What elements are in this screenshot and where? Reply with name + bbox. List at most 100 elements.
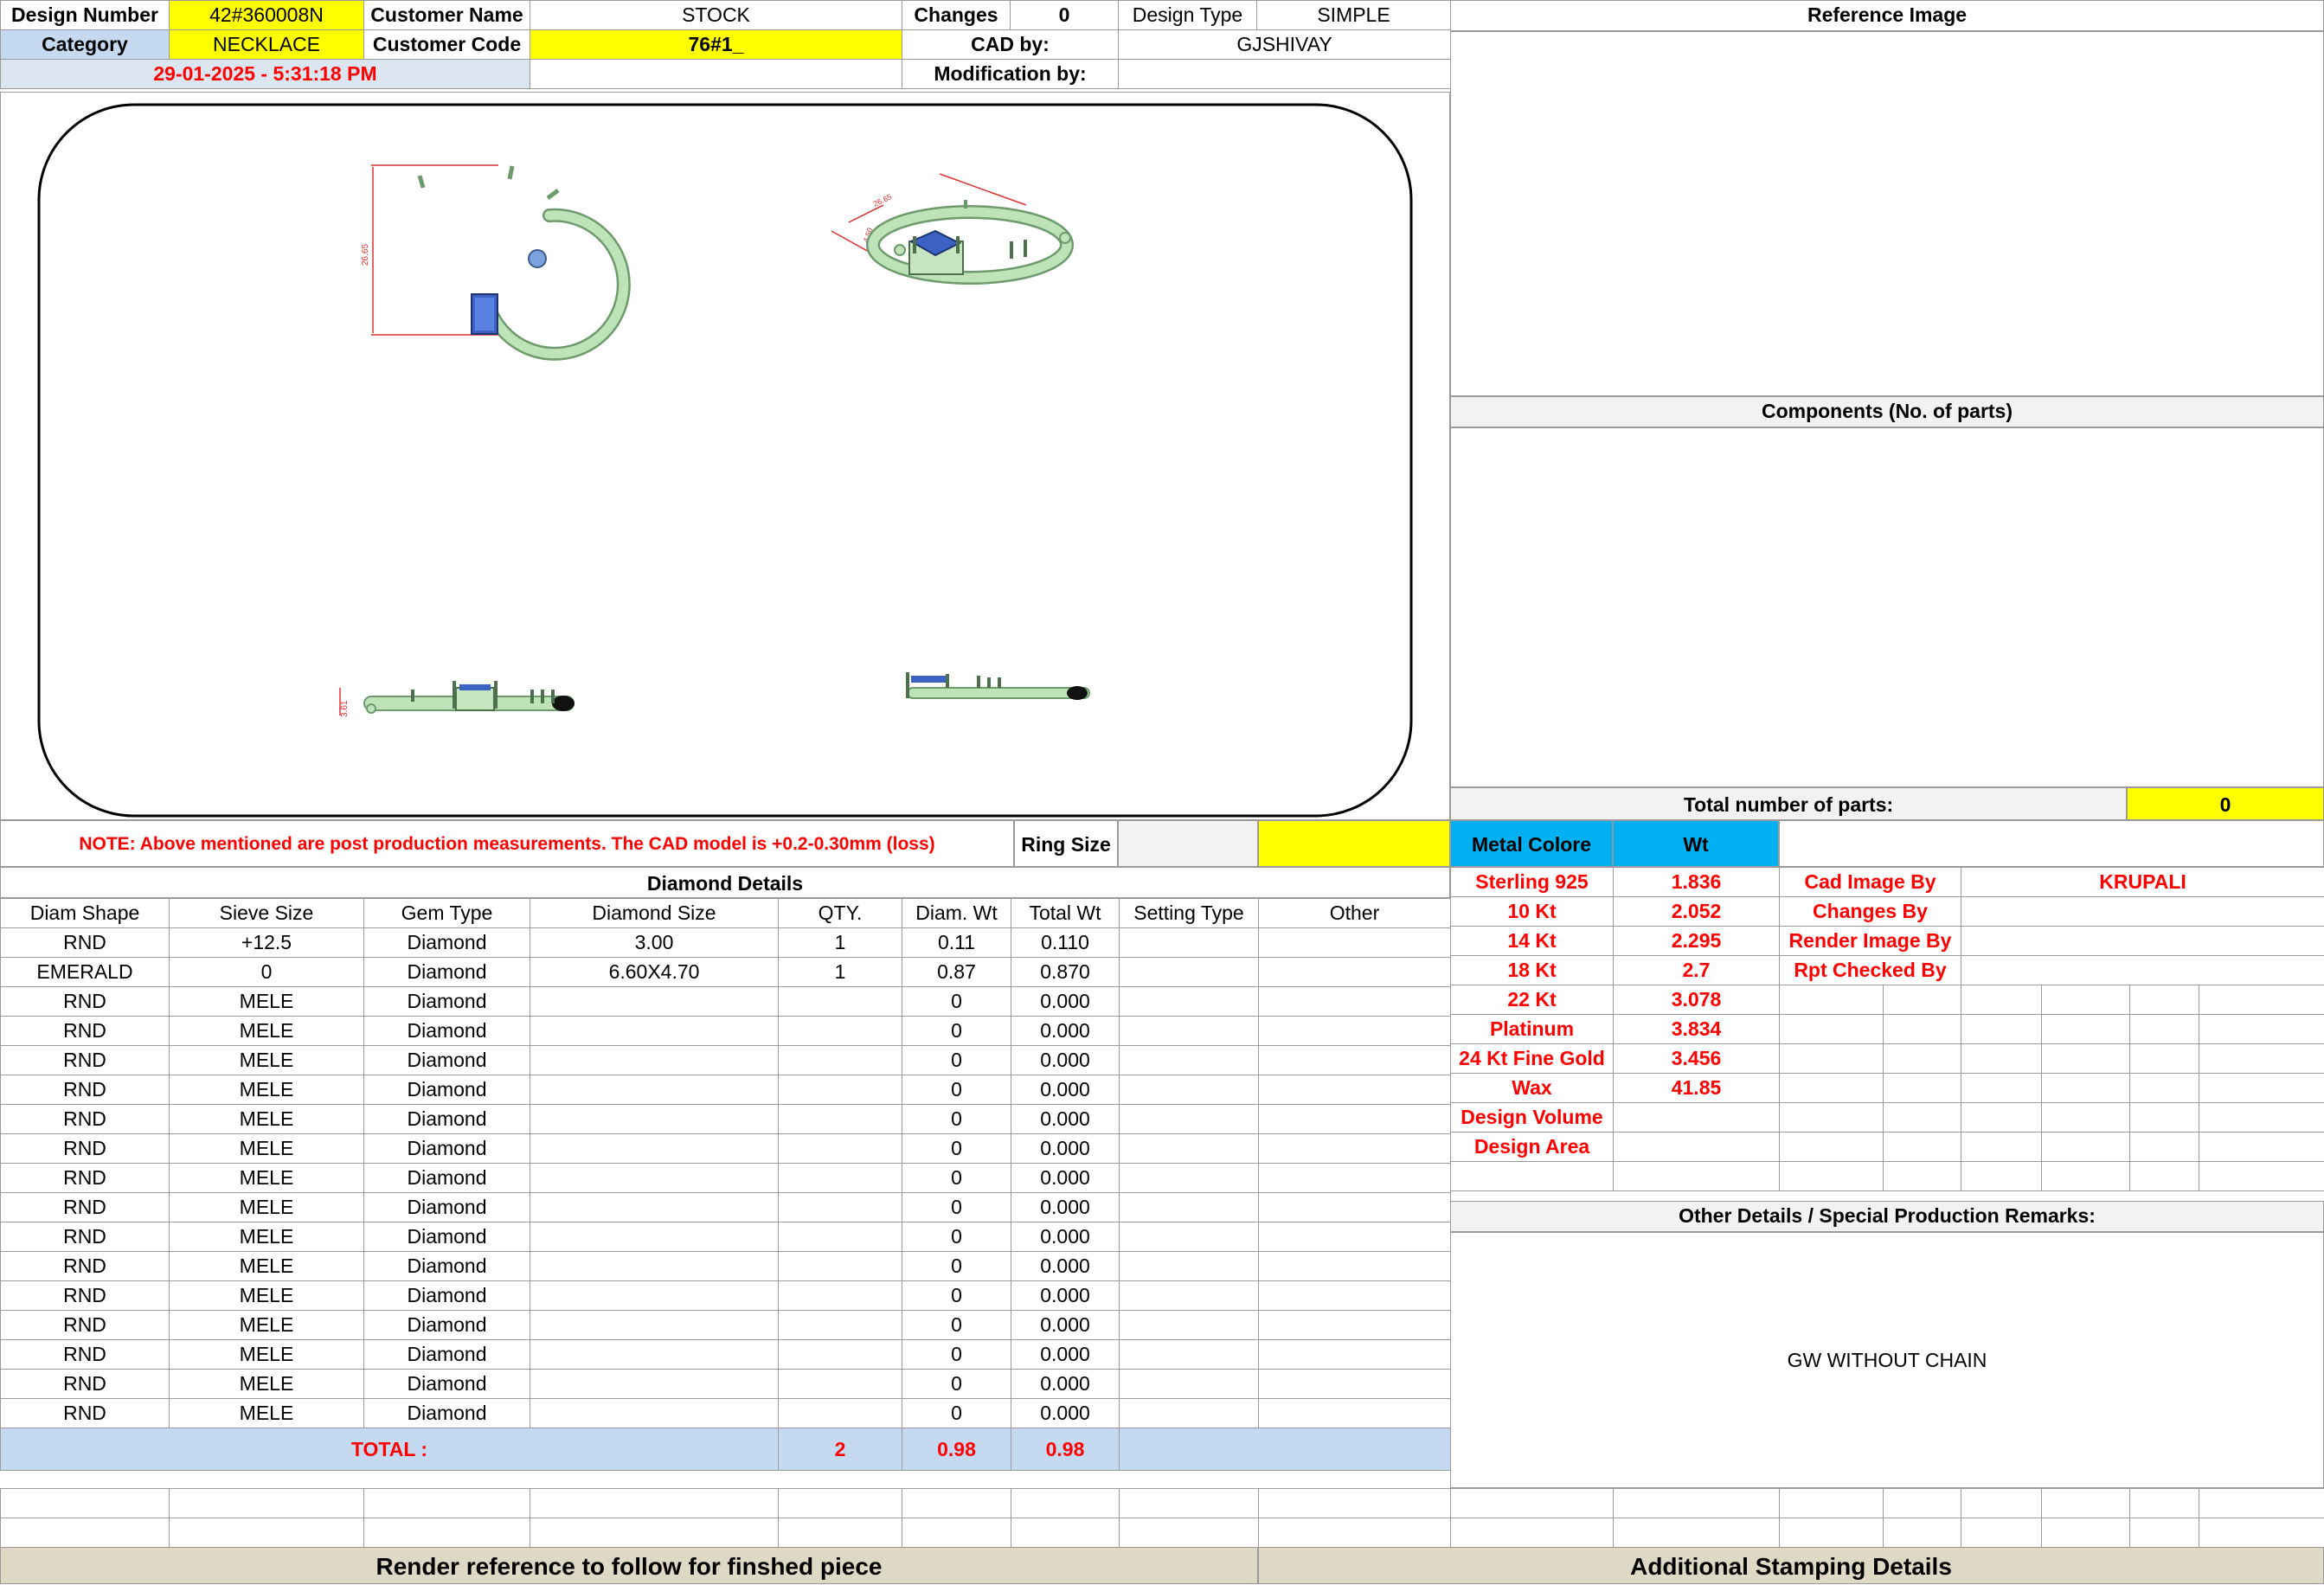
cell-total-wt[interactable]: 0.000 bbox=[1011, 1075, 1120, 1105]
cell-sieve-size[interactable]: MELE bbox=[170, 1399, 364, 1428]
cell-diam-wt[interactable]: 0.87 bbox=[902, 958, 1011, 987]
cell-qty[interactable] bbox=[779, 1399, 902, 1428]
cell-sieve-size[interactable]: MELE bbox=[170, 1222, 364, 1252]
cell-other[interactable] bbox=[1259, 958, 1451, 987]
cell-other[interactable] bbox=[1259, 1134, 1451, 1164]
modification-by-value[interactable] bbox=[1119, 60, 1451, 89]
cell-setting-type[interactable] bbox=[1120, 1164, 1259, 1193]
cell-diam-shape[interactable]: RND bbox=[1, 1134, 170, 1164]
metal-wt[interactable]: 1.836 bbox=[1614, 868, 1780, 897]
cell-setting-type[interactable] bbox=[1120, 1193, 1259, 1222]
cell-other[interactable] bbox=[1259, 1252, 1451, 1281]
cell-sieve-size[interactable]: MELE bbox=[170, 1252, 364, 1281]
metal-wt[interactable]: 2.052 bbox=[1614, 897, 1780, 927]
cell-diamond-size[interactable] bbox=[530, 1134, 779, 1164]
cell-setting-type[interactable] bbox=[1120, 1252, 1259, 1281]
cell-gem-type[interactable]: Diamond bbox=[364, 1311, 530, 1340]
cell-setting-type[interactable] bbox=[1120, 1017, 1259, 1046]
cell-gem-type[interactable]: Diamond bbox=[364, 987, 530, 1017]
cell-total-wt[interactable]: 0.000 bbox=[1011, 1046, 1120, 1075]
cell-setting-type[interactable] bbox=[1120, 1340, 1259, 1370]
cell-qty[interactable] bbox=[779, 1311, 902, 1340]
cell-other[interactable] bbox=[1259, 1340, 1451, 1370]
metal-wt[interactable]: 3.456 bbox=[1614, 1044, 1780, 1074]
cell-qty[interactable] bbox=[779, 1046, 902, 1075]
cell-other[interactable] bbox=[1259, 1075, 1451, 1105]
cell-qty[interactable] bbox=[779, 1105, 902, 1134]
cell-other[interactable] bbox=[1259, 1281, 1451, 1311]
cell-diamond-size[interactable] bbox=[530, 1252, 779, 1281]
cell-other[interactable] bbox=[1259, 1105, 1451, 1134]
cell-qty[interactable] bbox=[779, 987, 902, 1017]
cell-other[interactable] bbox=[1259, 1164, 1451, 1193]
cell-sieve-size[interactable]: +12.5 bbox=[170, 928, 364, 958]
customer-name-value[interactable]: STOCK bbox=[530, 1, 902, 30]
metal-wt[interactable]: 3.834 bbox=[1614, 1015, 1780, 1044]
ring-size-input[interactable] bbox=[1118, 820, 1258, 867]
cell-total-wt[interactable]: 0.000 bbox=[1011, 987, 1120, 1017]
cell-diamond-size[interactable]: 3.00 bbox=[530, 928, 779, 958]
cell-total-wt[interactable]: 0.000 bbox=[1011, 1134, 1120, 1164]
cell-other[interactable] bbox=[1259, 1399, 1451, 1428]
cell-diamond-size[interactable] bbox=[530, 1281, 779, 1311]
cell-total-wt[interactable]: 0.000 bbox=[1011, 1252, 1120, 1281]
cell-other[interactable] bbox=[1259, 1046, 1451, 1075]
cell-setting-type[interactable] bbox=[1120, 1105, 1259, 1134]
cell-gem-type[interactable]: Diamond bbox=[364, 1340, 530, 1370]
cell-diam-shape[interactable]: RND bbox=[1, 1340, 170, 1370]
cell-sieve-size[interactable]: MELE bbox=[170, 1311, 364, 1340]
cell-total-wt[interactable]: 0.000 bbox=[1011, 1017, 1120, 1046]
cell-diam-shape[interactable]: RND bbox=[1, 1075, 170, 1105]
cell-setting-type[interactable] bbox=[1120, 1046, 1259, 1075]
cell-diam-wt[interactable]: 0 bbox=[902, 1222, 1011, 1252]
cell-diam-shape[interactable]: RND bbox=[1, 1399, 170, 1428]
cell-gem-type[interactable]: Diamond bbox=[364, 1252, 530, 1281]
cell-qty[interactable] bbox=[779, 1134, 902, 1164]
cell-setting-type[interactable] bbox=[1120, 1370, 1259, 1399]
cell-diam-wt[interactable]: 0 bbox=[902, 1252, 1011, 1281]
cell-diam-wt[interactable]: 0 bbox=[902, 1311, 1011, 1340]
cell-diam-shape[interactable]: RND bbox=[1, 928, 170, 958]
role-value[interactable] bbox=[1961, 956, 2324, 985]
metal-wt[interactable]: 3.078 bbox=[1614, 985, 1780, 1015]
cell-other[interactable] bbox=[1259, 1370, 1451, 1399]
cell-diam-shape[interactable]: RND bbox=[1, 1046, 170, 1075]
cell-gem-type[interactable]: Diamond bbox=[364, 1105, 530, 1134]
changes-value[interactable]: 0 bbox=[1011, 1, 1119, 30]
cell-diam-shape[interactable]: RND bbox=[1, 987, 170, 1017]
metal-wt[interactable] bbox=[1614, 1133, 1780, 1162]
metal-wt[interactable]: 2.7 bbox=[1614, 956, 1780, 985]
cell-qty[interactable] bbox=[779, 1193, 902, 1222]
cell-total-wt[interactable]: 0.870 bbox=[1011, 958, 1120, 987]
cell-other[interactable] bbox=[1259, 987, 1451, 1017]
cell-gem-type[interactable]: Diamond bbox=[364, 1017, 530, 1046]
cell-diam-wt[interactable]: 0 bbox=[902, 1164, 1011, 1193]
cell-setting-type[interactable] bbox=[1120, 1311, 1259, 1340]
role-value[interactable] bbox=[1961, 927, 2324, 956]
cell-sieve-size[interactable]: MELE bbox=[170, 1340, 364, 1370]
metal-wt[interactable]: 41.85 bbox=[1614, 1074, 1780, 1103]
cell-other[interactable] bbox=[1259, 1311, 1451, 1340]
cell-diamond-size[interactable] bbox=[530, 1075, 779, 1105]
cell-qty[interactable]: 1 bbox=[779, 958, 902, 987]
cell-diamond-size[interactable] bbox=[530, 1017, 779, 1046]
cell-sieve-size[interactable]: MELE bbox=[170, 987, 364, 1017]
cell-setting-type[interactable] bbox=[1120, 1075, 1259, 1105]
cell-gem-type[interactable]: Diamond bbox=[364, 1281, 530, 1311]
cell-gem-type[interactable]: Diamond bbox=[364, 1164, 530, 1193]
cell-total-wt[interactable]: 0.000 bbox=[1011, 1370, 1120, 1399]
cell-sieve-size[interactable]: MELE bbox=[170, 1193, 364, 1222]
cell-diam-shape[interactable]: RND bbox=[1, 1370, 170, 1399]
cell-diam-shape[interactable]: RND bbox=[1, 1105, 170, 1134]
cell-gem-type[interactable]: Diamond bbox=[364, 1193, 530, 1222]
cell-diam-wt[interactable]: 0 bbox=[902, 1075, 1011, 1105]
cell-sieve-size[interactable]: MELE bbox=[170, 1046, 364, 1075]
cell-total-wt[interactable]: 0.110 bbox=[1011, 928, 1120, 958]
cell-total-wt[interactable]: 0.000 bbox=[1011, 1281, 1120, 1311]
cell-diamond-size[interactable] bbox=[530, 1340, 779, 1370]
cell-qty[interactable] bbox=[779, 1281, 902, 1311]
cell-diamond-size[interactable]: 6.60X4.70 bbox=[530, 958, 779, 987]
cell-sieve-size[interactable]: MELE bbox=[170, 1105, 364, 1134]
cell-diam-wt[interactable]: 0.11 bbox=[902, 928, 1011, 958]
cad-by-value[interactable]: GJSHIVAY bbox=[1119, 30, 1451, 60]
